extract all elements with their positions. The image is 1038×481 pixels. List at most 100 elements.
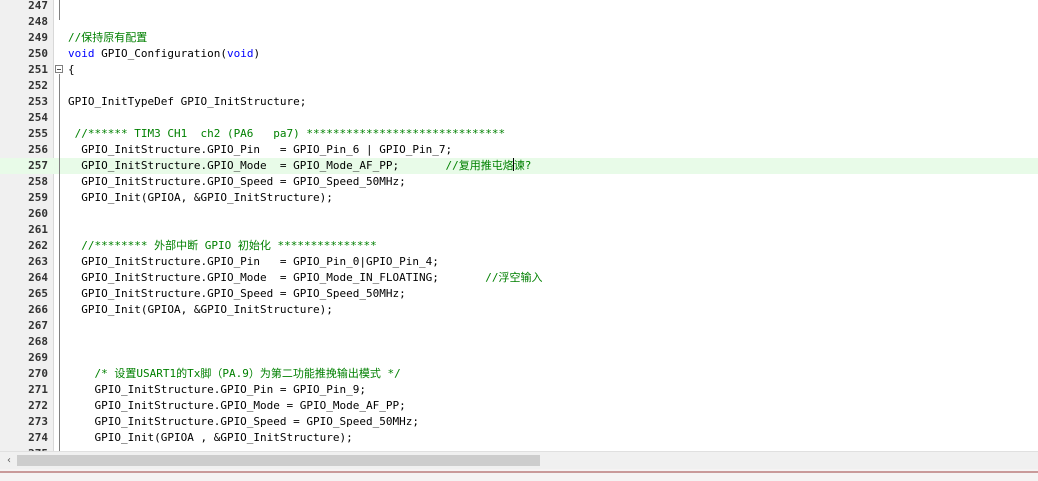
code-comment: //****** TIM3 CH1 ch2 (PA6 pa7) ********… <box>68 127 506 140</box>
code-editor[interactable]: 247 248 249 //保持原有配置 250 void GPIO_Configurat… <box>0 0 1038 451</box>
line-number: 252 <box>28 79 48 92</box>
code-text: GPIO_InitStructure.GPIO_Speed = GPIO_Spe… <box>68 174 406 190</box>
code-line[interactable]: 249 //保持原有配置 <box>0 30 1038 46</box>
scroll-left-arrow-icon[interactable]: ‹ <box>2 453 16 468</box>
code-token: GPIO_InitStructure.GPIO_Pin = GPIO_Pin_9… <box>68 383 367 396</box>
code-line[interactable]: 262 //******** 外部中断 GPIO 初始化 ***********… <box>0 238 1038 254</box>
scrollbar-thumb[interactable] <box>17 455 540 466</box>
fold-end-marker <box>59 0 60 20</box>
code-token: GPIO_Init(GPIOA , &GPIO_InitStructure); <box>68 431 353 444</box>
code-comment: //浮空输入 <box>485 271 543 284</box>
code-keyword: void <box>226 47 254 60</box>
code-text: /* 设置USART1的Tx脚（PA.9）为第二功能推挽输出模式 */ <box>68 366 401 382</box>
code-token: { <box>68 63 75 76</box>
code-line[interactable]: 274 GPIO_Init(GPIOA , &GPIO_InitStructur… <box>0 430 1038 446</box>
code-comment: //复用推屯烙 <box>445 159 514 172</box>
code-line[interactable]: 267 <box>0 318 1038 334</box>
code-text: //******** 外部中断 GPIO 初始化 *************** <box>68 238 377 254</box>
code-keyword: void <box>68 47 95 60</box>
line-number: 253 <box>28 95 48 108</box>
code-text: GPIO_InitStructure.GPIO_Pin = GPIO_Pin_6… <box>68 142 452 158</box>
code-line[interactable]: 250 void GPIO_Configuration(void) <box>0 46 1038 62</box>
code-text: GPIO_Init(GPIOA, &GPIO_InitStructure); <box>68 302 333 318</box>
bottom-divider <box>0 471 1038 473</box>
code-line[interactable]: 261 <box>0 222 1038 238</box>
code-text: //保持原有配置 <box>68 30 147 46</box>
code-text: GPIO_Init(GPIOA , &GPIO_InitStructure); <box>68 430 353 446</box>
code-text: GPIO_InitStructure.GPIO_Mode = GPIO_Mode… <box>68 270 542 286</box>
code-line[interactable]: 266 GPIO_Init(GPIOA, &GPIO_InitStructure… <box>0 302 1038 318</box>
code-text: //****** TIM3 CH1 ch2 (PA6 pa7) ********… <box>68 126 505 142</box>
code-token: GPIO_InitTypeDef GPIO_InitStructure; <box>68 95 307 108</box>
code-text: GPIO_InitStructure.GPIO_Mode = GPIO_Mode… <box>68 398 406 414</box>
code-token: GPIO_Init(GPIOA, &GPIO_InitStructure); <box>68 303 333 316</box>
code-line[interactable]: 259 GPIO_Init(GPIOA, &GPIO_InitStructure… <box>0 190 1038 206</box>
code-text: GPIO_InitStructure.GPIO_Pin = GPIO_Pin_9… <box>68 382 366 398</box>
line-number: 259 <box>28 191 48 204</box>
code-line[interactable]: 258 GPIO_InitStructure.GPIO_Speed = GPIO… <box>0 174 1038 190</box>
horizontal-scrollbar[interactable]: ‹ <box>0 451 1038 469</box>
code-line[interactable]: 272 GPIO_InitStructure.GPIO_Mode = GPIO_… <box>0 398 1038 414</box>
code-comment: //******** 外部中断 GPIO 初始化 *************** <box>68 239 377 252</box>
line-number: 250 <box>28 47 48 60</box>
line-number: 262 <box>28 239 48 252</box>
line-number: 267 <box>28 319 48 332</box>
code-line[interactable]: 254 <box>0 110 1038 126</box>
code-line[interactable]: 255 //****** TIM3 CH1 ch2 (PA6 pa7) ****… <box>0 126 1038 142</box>
code-line[interactable]: 252 <box>0 78 1038 94</box>
line-number: 249 <box>28 31 48 44</box>
code-token: GPIO_Init(GPIOA, &GPIO_InitStructure); <box>68 191 333 204</box>
code-text: GPIO_InitStructure.GPIO_Speed = GPIO_Spe… <box>68 286 406 302</box>
line-number: 271 <box>28 383 48 396</box>
line-number: 274 <box>28 431 48 444</box>
code-text: GPIO_InitStructure.GPIO_Mode = GPIO_Mode… <box>68 158 531 174</box>
line-number: 255 <box>28 127 48 140</box>
code-line[interactable]: 273 GPIO_InitStructure.GPIO_Speed = GPIO… <box>0 414 1038 430</box>
code-token: GPIO_InitStructure.GPIO_Speed = GPIO_Spe… <box>68 415 419 428</box>
line-number: 257 <box>28 159 48 172</box>
bottom-panel-edge <box>0 469 1038 481</box>
line-number: 264 <box>28 271 48 284</box>
code-line[interactable]: 247 <box>0 0 1038 14</box>
code-line[interactable]: 271 GPIO_InitStructure.GPIO_Pin = GPIO_P… <box>0 382 1038 398</box>
line-number: 260 <box>28 207 48 220</box>
code-token: ) <box>253 47 261 60</box>
code-line[interactable]: 265 GPIO_InitStructure.GPIO_Speed = GPIO… <box>0 286 1038 302</box>
line-number: 266 <box>28 303 48 316</box>
line-number: 270 <box>28 367 48 380</box>
line-number: 251 <box>28 63 48 76</box>
code-line[interactable]: 264 GPIO_InitStructure.GPIO_Mode = GPIO_… <box>0 270 1038 286</box>
code-text: GPIO_InitStructure.GPIO_Speed = GPIO_Spe… <box>68 414 419 430</box>
code-comment: //保持原有配置 <box>68 31 148 44</box>
code-text: GPIO_InitStructure.GPIO_Pin = GPIO_Pin_0… <box>68 254 439 270</box>
code-line[interactable]: 248 <box>0 14 1038 30</box>
code-lines: 247 248 249 //保持原有配置 250 void GPIO_Configurat… <box>0 0 1038 451</box>
code-line[interactable]: 257 GPIO_InitStructure.GPIO_Mode = GPIO_… <box>0 158 1038 174</box>
fold-collapse-icon[interactable] <box>55 65 63 73</box>
code-line[interactable]: 268 <box>0 334 1038 350</box>
code-token: GPIO_InitStructure.GPIO_Mode = GPIO_Mode… <box>68 271 486 284</box>
code-text: GPIO_InitTypeDef GPIO_InitStructure; <box>68 94 306 110</box>
line-number: 256 <box>28 143 48 156</box>
line-number: 247 <box>28 0 48 12</box>
code-comment: 谏? <box>513 159 532 172</box>
code-line[interactable]: 251 { <box>0 62 1038 78</box>
line-number: 272 <box>28 399 48 412</box>
line-number: 269 <box>28 351 48 364</box>
code-line[interactable]: 260 <box>0 206 1038 222</box>
code-token: GPIO_InitStructure.GPIO_Pin = GPIO_Pin_6… <box>68 143 453 156</box>
code-line[interactable]: 253 GPIO_InitTypeDef GPIO_InitStructure; <box>0 94 1038 110</box>
line-number: 254 <box>28 111 48 124</box>
code-token: GPIO_InitStructure.GPIO_Mode = GPIO_Mode… <box>68 159 446 172</box>
line-number: 263 <box>28 255 48 268</box>
code-line[interactable]: 256 GPIO_InitStructure.GPIO_Pin = GPIO_P… <box>0 142 1038 158</box>
line-number: 265 <box>28 287 48 300</box>
code-line[interactable]: 263 GPIO_InitStructure.GPIO_Pin = GPIO_P… <box>0 254 1038 270</box>
code-comment: /* 设置USART1的Tx脚（PA.9）为第二功能推挽输出模式 */ <box>68 367 401 380</box>
code-token: GPIO_InitStructure.GPIO_Mode = GPIO_Mode… <box>68 399 406 412</box>
line-number: 268 <box>28 335 48 348</box>
code-line[interactable]: 270 /* 设置USART1的Tx脚（PA.9）为第二功能推挽输出模式 */ <box>0 366 1038 382</box>
line-number: 258 <box>28 175 48 188</box>
code-line[interactable]: 269 <box>0 350 1038 366</box>
line-number: 261 <box>28 223 48 236</box>
